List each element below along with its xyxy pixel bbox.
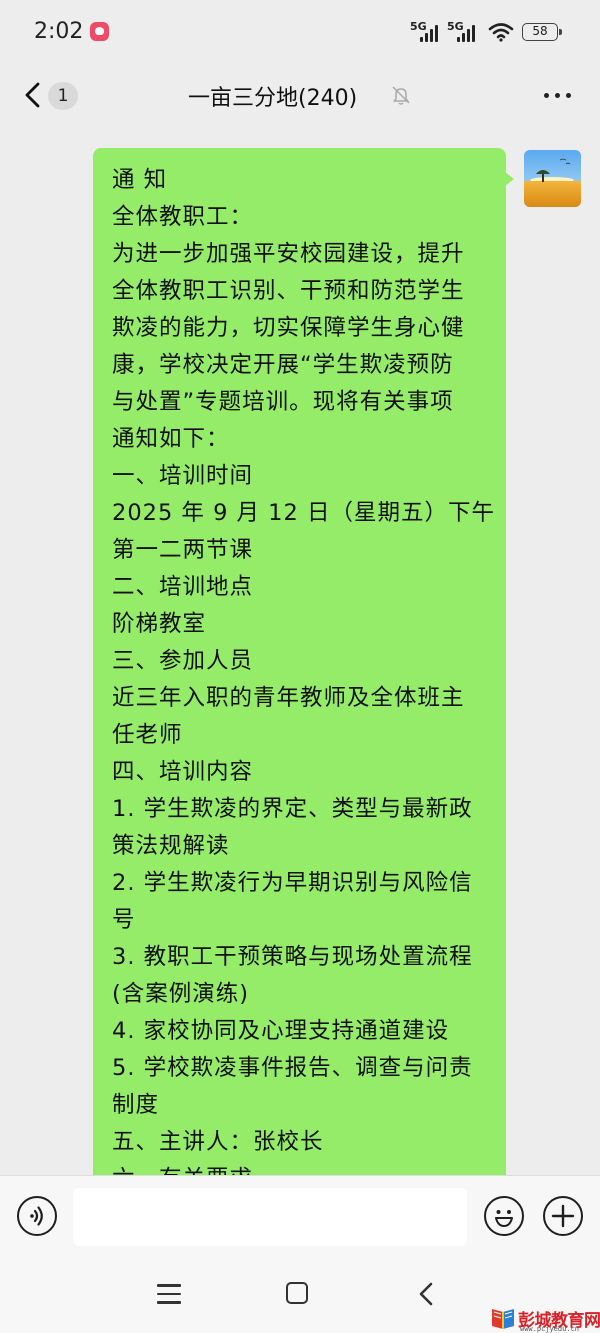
plus-icon [551, 1204, 575, 1228]
battery-icon: 58 [522, 23, 562, 41]
watermark-url: www.pcjyedu.cn [520, 1325, 580, 1333]
chat-screen: 2:02 5G 5G 58 1 一亩三分地(240) 通 知 全体教职工： 为进… [0, 0, 600, 1333]
message-text-line: 2025 年 9 月 12 日（星期五）下午 [112, 500, 495, 526]
message-text-line: 通 知 [112, 167, 168, 193]
message-text-line: 五、主讲人：张校长 [112, 1129, 324, 1155]
message-text-line: 康，学校决定开展“学生欺凌预防 [112, 352, 454, 378]
site-watermark: 彭城教育网 www.pcjyedu.cn [490, 1306, 600, 1333]
message-text-line: 六、有关要求 [112, 1161, 506, 1175]
message-text-line: 四、培训内容 [112, 759, 254, 785]
smiley-icon [495, 1210, 513, 1227]
chat-header: 1 一亩三分地(240) [0, 62, 600, 128]
emoji-button[interactable] [484, 1196, 524, 1236]
avatar-image [524, 150, 581, 207]
message-text-line: 全体教职工识别、干预和防范学生 [112, 278, 465, 304]
more-functions-button[interactable] [543, 1196, 583, 1236]
message-text-line: 1. 学生欺凌的界定、类型与最新政 [112, 796, 473, 822]
home-icon[interactable] [286, 1282, 308, 1304]
message-text-line: 二、培训地点 [112, 574, 254, 600]
more-options-icon[interactable] [540, 80, 574, 110]
system-back-icon[interactable] [416, 1281, 436, 1307]
message-text-line: 策法规解读 [112, 833, 230, 859]
message-text-line: 全体教职工： [112, 204, 254, 230]
message-text-line: 欺凌的能力，切实保障学生身心健 [112, 315, 465, 341]
status-time: 2:02 [34, 19, 84, 44]
app-notification-icon [90, 22, 109, 41]
user-avatar[interactable] [524, 150, 581, 207]
message-text-line: 近三年入职的青年教师及全体班主 [112, 685, 465, 711]
muted-bell-icon [392, 86, 410, 105]
message-text-line: 5. 学校欺凌事件报告、调查与问责 [112, 1055, 473, 1081]
message-text-line: 阶梯教室 [112, 611, 207, 637]
voice-icon [30, 1206, 43, 1226]
message-text-line: 第一二两节课 [112, 537, 254, 563]
signal-icon-2 [457, 24, 479, 42]
wifi-icon [488, 23, 514, 42]
back-arrow-icon[interactable] [18, 78, 52, 112]
message-text-line: 号 [112, 907, 136, 933]
input-bar [0, 1175, 600, 1259]
message-bubble[interactable]: 通 知全体教职工： 为进一步加强平安校园建设，提升 全体教职工识别、干预和防范学生欺… [93, 148, 514, 1175]
voice-input-button[interactable] [17, 1196, 57, 1236]
message-text-line: 2. 学生欺凌行为早期识别与风险信 [112, 870, 473, 896]
recent-apps-icon[interactable] [157, 1283, 181, 1305]
message-text-line: 通知如下： [112, 426, 230, 452]
message-text-line: 任老师 [112, 722, 183, 748]
message-text-line: 3. 教职工干预策略与现场处置流程 [112, 944, 473, 970]
book-logo-icon [492, 1309, 514, 1329]
message-text-line: 为进一步加强平安校园建设，提升 [112, 241, 465, 267]
message-text-line: 与处置”专题培训。现将有关事项 [112, 389, 454, 415]
message-text-line: 三、参加人员 [112, 648, 254, 674]
message-list[interactable]: 通 知全体教职工： 为进一步加强平安校园建设，提升 全体教职工识别、干预和防范学生欺… [0, 128, 600, 1175]
chat-title: 一亩三分地(240) [188, 86, 358, 111]
signal-icon-1 [420, 24, 442, 42]
unread-count-badge[interactable]: 1 [48, 82, 78, 110]
message-text-line: (含案例演练) [112, 981, 250, 1007]
message-text-line: 制度 [112, 1092, 160, 1118]
message-text-line: 4. 家校协同及心理支持通道建设 [112, 1018, 450, 1044]
status-bar: 2:02 5G 5G 58 [0, 0, 600, 62]
message-input[interactable] [73, 1188, 467, 1246]
message-text-line: 一、培训时间 [112, 463, 254, 489]
